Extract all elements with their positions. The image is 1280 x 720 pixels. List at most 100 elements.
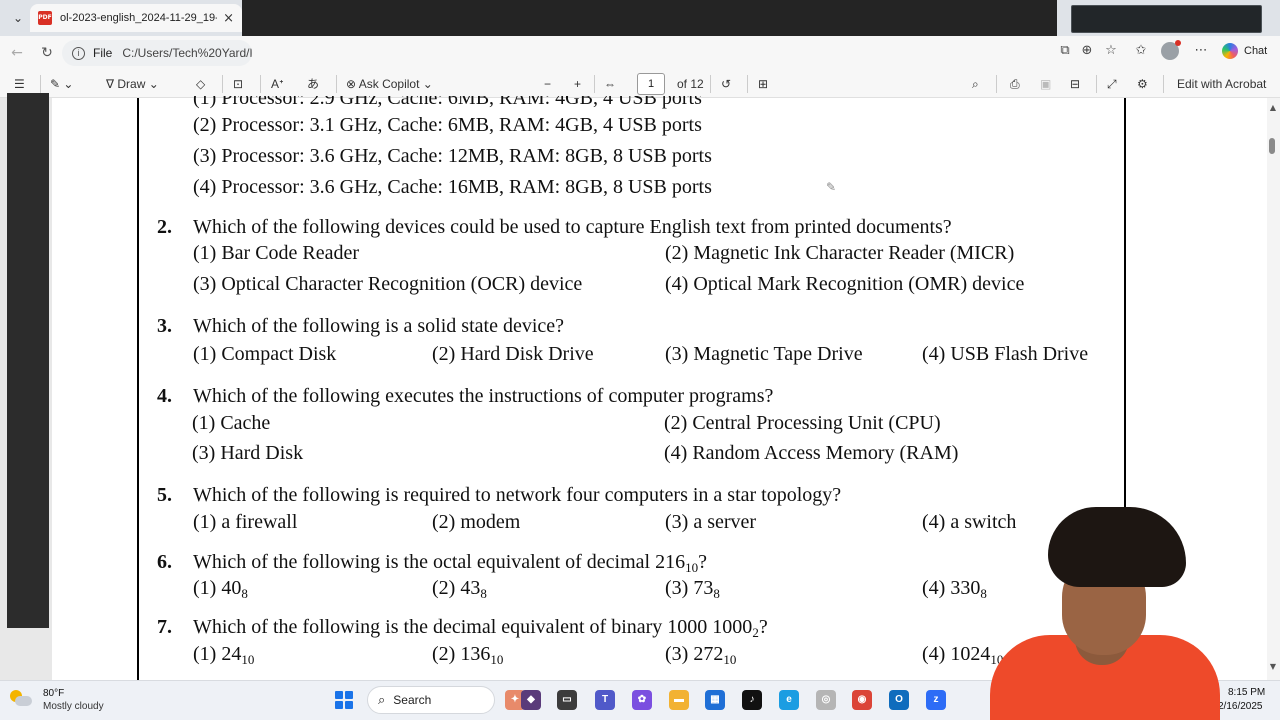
save-as-icon[interactable]: ⊟ (1070, 74, 1080, 94)
zoom-app-icon[interactable]: z (926, 690, 946, 710)
search-glass-icon: ⌕ (378, 692, 386, 707)
app-circle-icon[interactable]: ◎ (816, 690, 836, 710)
q6-text-main: Which of the following is the octal equi… (193, 551, 686, 573)
rotate-icon[interactable]: ↺ (721, 74, 731, 94)
outlook-icon[interactable]: O (889, 690, 909, 710)
q2-option-1: (1) Bar Code Reader (193, 242, 360, 264)
q1-option-4: (4) Processor: 3.6 GHz, Cache: 16MB, RAM… (193, 176, 712, 198)
q6-option-3: (3) 738 (665, 576, 720, 600)
copilot-chat-button[interactable]: Chat (1222, 41, 1267, 61)
fullscreen-icon[interactable]: ⤢ (1107, 74, 1117, 94)
copilot-logo-icon (1222, 43, 1238, 59)
task-view-icon[interactable]: ▭ (557, 690, 577, 710)
toolbar-divider (996, 75, 997, 93)
toolbar-divider (1163, 75, 1164, 93)
q7-number: 7. (157, 616, 172, 638)
q6-text-base: 10 (685, 560, 699, 575)
weather-cloudy-icon[interactable] (10, 690, 32, 708)
toolbar-divider (336, 75, 337, 93)
webcam-overlay (980, 505, 1220, 720)
scroll-up-arrow-icon[interactable]: ▲ (1266, 103, 1280, 115)
q6-option-2-value: (2) 43 (432, 577, 481, 599)
q3-number: 3. (157, 315, 172, 337)
scroll-down-arrow-icon[interactable]: ▼ (1266, 662, 1280, 674)
pdf-file-icon: PDF (38, 11, 52, 25)
clock-date[interactable]: 2/16/2025 (1218, 701, 1263, 712)
tab-list-chevron-icon[interactable]: ⌄ (8, 8, 28, 28)
page-number-input[interactable]: 1 (637, 73, 665, 95)
q6-option-4: (4) 3308 (922, 576, 987, 600)
read-aloud-icon[interactable]: Aᐩ (271, 74, 284, 94)
q7-option-2-value: (2) 136 (432, 643, 491, 665)
fit-page-icon[interactable]: ⇔ (604, 74, 616, 94)
save-icon[interactable]: ▣ (1040, 74, 1051, 94)
q7-option-2-base: 10 (490, 652, 504, 667)
toolbar-divider (747, 75, 748, 93)
site-info-icon[interactable]: i (72, 46, 85, 60)
q3-option-2: (2) Hard Disk Drive (432, 343, 594, 365)
windows-start-icon[interactable] (335, 691, 353, 709)
q4-number: 4. (157, 385, 172, 407)
q1-option-3: (3) Processor: 3.6 GHz, Cache: 12MB, RAM… (193, 145, 712, 167)
teams-icon[interactable]: T (595, 690, 615, 710)
q3-option-4: (4) USB Flash Drive (922, 343, 1089, 365)
print-icon[interactable]: ⎙ (1010, 74, 1020, 94)
q3-option-3: (3) Magnetic Tape Drive (665, 343, 863, 365)
more-menu-icon[interactable]: ⋯ (1192, 42, 1210, 60)
favorite-star-icon[interactable]: ☆ (1102, 42, 1120, 60)
clock-time[interactable]: 8:15 PM (1228, 687, 1265, 698)
chrome-icon[interactable]: ◉ (852, 690, 872, 710)
taskbar-search[interactable]: ⌕ Search (367, 686, 495, 714)
tiktok-icon[interactable]: ♪ (742, 690, 762, 710)
zoom-out-button[interactable]: − (544, 74, 551, 94)
ask-copilot-button[interactable]: ⊗ Ask Copilot ⌄ (346, 74, 433, 94)
weather-temperature[interactable]: 80°F (43, 688, 64, 699)
q2-option-2: (2) Magnetic Ink Character Reader (MICR) (665, 242, 1015, 264)
edge-icon[interactable]: e (779, 690, 799, 710)
back-button[interactable]: ← (6, 42, 28, 64)
chat-label: Chat (1244, 45, 1268, 57)
q7-option-3-base: 10 (723, 652, 737, 667)
q6-option-2-base: 8 (480, 586, 487, 601)
q4-text: Which of the following executes the inst… (193, 385, 774, 407)
weather-description[interactable]: Mostly cloudy (43, 701, 104, 712)
search-icon[interactable]: ⌕ (972, 74, 979, 94)
vertical-scrollbar[interactable] (1267, 98, 1280, 680)
tab-close-icon[interactable]: × (223, 11, 234, 26)
draw-button[interactable]: ∇ Draw ⌄ (106, 74, 159, 94)
hat-app-icon[interactable]: ◆ (521, 690, 541, 710)
q7-text: Which of the following is the decimal eq… (193, 615, 768, 639)
q6-option-3-base: 8 (713, 586, 720, 601)
q6-text: Which of the following is the octal equi… (193, 550, 707, 574)
file-explorer-icon[interactable]: ▬ (669, 690, 689, 710)
q7-option-1: (1) 2410 (193, 642, 254, 666)
store-icon[interactable]: ▦ (705, 690, 725, 710)
favorites-icon[interactable]: ✩ (1132, 42, 1150, 60)
reload-button[interactable]: ↻ (36, 42, 58, 64)
q2-option-4: (4) Optical Mark Recognition (OMR) devic… (665, 273, 1025, 295)
text-box-icon[interactable]: ⊡ (233, 74, 243, 94)
scrollbar-thumb[interactable] (1269, 138, 1275, 154)
contents-icon[interactable]: ☰ (14, 74, 25, 94)
copilot-app-icon[interactable]: ✿ (632, 690, 652, 710)
page-view-icon[interactable]: ⊞ (758, 74, 768, 94)
q5-text: Which of the following is required to ne… (193, 484, 842, 506)
address-bar[interactable]: i File C:/Users/Tech%20Yard/De (62, 40, 252, 66)
q6-number: 6. (157, 551, 172, 573)
edit-with-acrobat-button[interactable]: Edit with Acrobat (1177, 74, 1266, 94)
q4-option-2: (2) Central Processing Unit (CPU) (664, 412, 941, 434)
settings-gear-icon[interactable]: ⚙ (1137, 74, 1148, 94)
tab-active[interactable]: PDF ol-2023-english_2024-11-29_19-4 × (30, 4, 242, 32)
split-screen-icon[interactable]: ⧉ (1056, 42, 1074, 60)
eraser-icon[interactable]: ◇ (196, 74, 205, 94)
highlight-icon[interactable]: ✎ ⌄ (50, 74, 73, 94)
translate-icon[interactable]: あ (307, 74, 319, 94)
q6-option-1-base: 8 (241, 586, 248, 601)
q7-text-main: Which of the following is the decimal eq… (193, 616, 753, 638)
taskbar-search-label: Search (393, 693, 432, 707)
zoom-in-button[interactable]: + (574, 74, 581, 94)
q5-number: 5. (157, 484, 172, 506)
redacted-box (1071, 5, 1262, 33)
zoom-icon[interactable]: ⊕ (1078, 42, 1096, 60)
thumbnail-rail[interactable] (7, 93, 49, 628)
